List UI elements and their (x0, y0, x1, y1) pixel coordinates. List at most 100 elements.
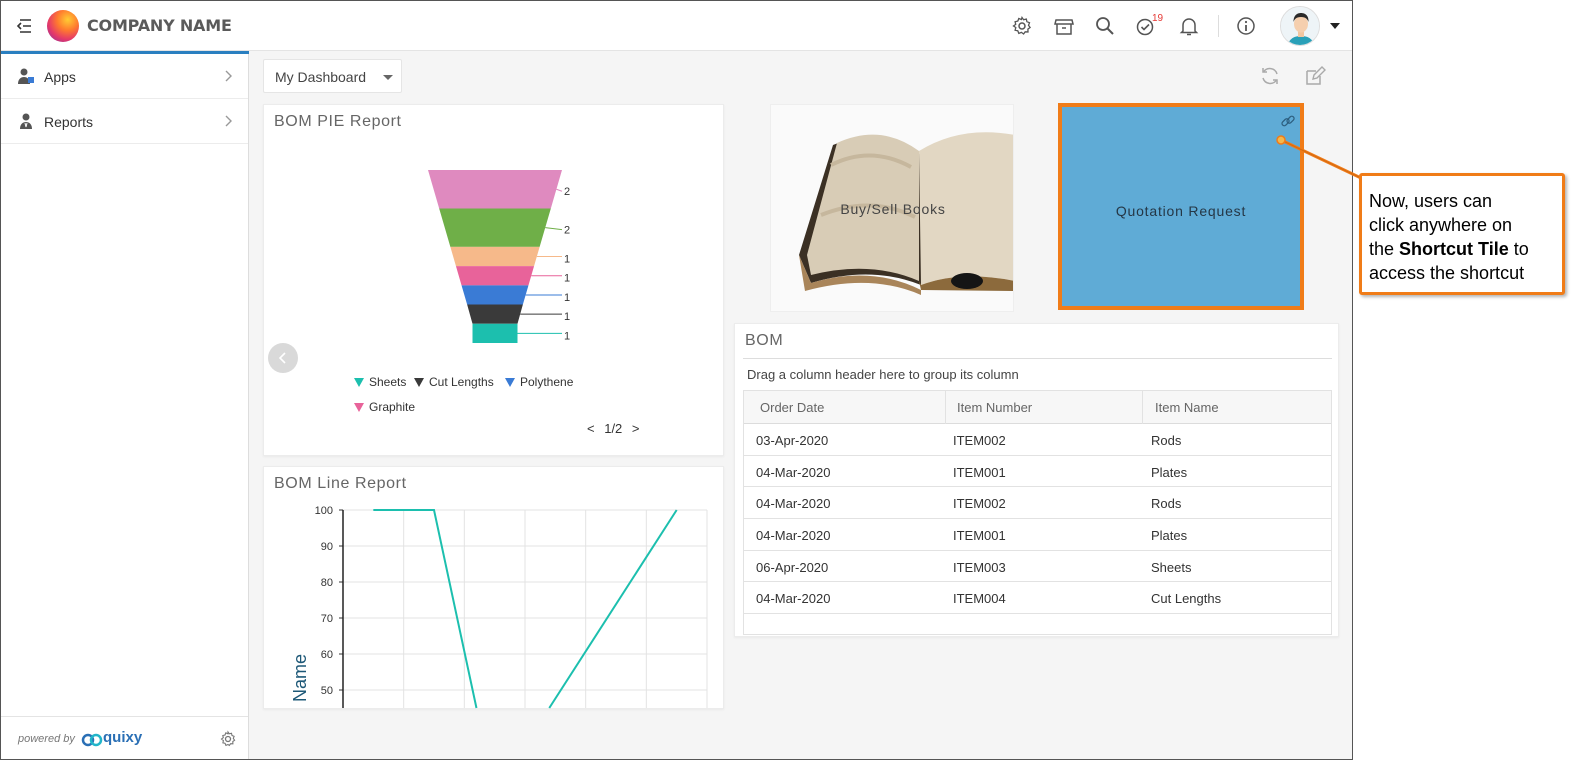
top-header: COMPANY NAME 19 (1, 1, 1352, 51)
sidebar-item-apps[interactable]: Apps (1, 54, 248, 99)
legend-item-graphite[interactable]: Graphite (354, 400, 415, 414)
table-cell: 06-Apr-2020 (756, 559, 829, 575)
funnel-data-label: 1 (564, 311, 570, 323)
reports-user-icon (17, 112, 35, 130)
card-title: BOM (745, 332, 784, 349)
y-tick-label: 100 (315, 505, 333, 517)
funnel-data-label: 1 (564, 273, 570, 285)
table-cell: Rods (1151, 433, 1182, 448)
legend-marker (505, 378, 515, 387)
legend-label: Sheets (369, 375, 407, 389)
edit-icon[interactable] (1304, 65, 1326, 87)
powered-by-text: powered by (18, 733, 75, 745)
refresh-icon[interactable] (1259, 65, 1281, 87)
y-tick-label: 60 (321, 649, 333, 661)
group-by-drop-zone[interactable]: Drag a column header here to group its c… (743, 358, 1332, 390)
search-icon[interactable] (1094, 15, 1116, 37)
funnel-segment (455, 266, 535, 286)
annotation-callout: Now, users can click anywhere on the Sho… (1359, 173, 1565, 295)
table-row[interactable]: 06-Apr-2020 ITEM003 Sheets (744, 551, 1331, 583)
funnel-segment (450, 246, 540, 267)
tile-label: Buy/Sell Books (840, 201, 946, 217)
y-axis-label: Name (290, 654, 310, 702)
chevron-right-icon (223, 69, 233, 83)
grid-body: 03-Apr-2020 ITEM002 Rods 04-Mar-2020 ITEM001… (744, 424, 1331, 615)
table-cell: Plates (1151, 464, 1188, 480)
table-cell: ITEM004 (953, 591, 1006, 607)
legend-label: Polythene (520, 375, 574, 389)
caret-down-icon (383, 75, 393, 80)
table-row[interactable]: 04-Mar-2020 ITEM002 Rods (744, 487, 1331, 520)
apps-user-icon (17, 67, 35, 85)
carousel-prev-button[interactable] (268, 343, 298, 373)
header-divider (1218, 15, 1219, 37)
table-cell: 04-Mar-2020 (756, 464, 831, 480)
series-line (548, 509, 678, 709)
tile-label: Quotation Request (1115, 203, 1247, 219)
column-header-order-date[interactable]: Order Date (760, 400, 824, 415)
funnel-label-leader (556, 188, 563, 192)
column-divider[interactable] (1142, 391, 1143, 424)
column-header-item-name[interactable]: Item Name (1155, 400, 1219, 415)
user-avatar[interactable] (1280, 6, 1320, 46)
chevron-down-icon[interactable] (1330, 23, 1340, 29)
shortcut-tile-quotation-request[interactable]: Quotation Request (1058, 103, 1304, 310)
gear-icon[interactable] (1011, 15, 1033, 37)
pager-prev-button[interactable]: < (587, 421, 595, 436)
funnel-data-label: 2 (564, 186, 570, 198)
menu-collapse-icon[interactable] (15, 17, 35, 35)
table-cell: 04-Mar-2020 (756, 528, 831, 544)
table-cell: ITEM001 (953, 464, 1006, 480)
table-row[interactable]: 03-Apr-2020 ITEM002 Rods (744, 424, 1331, 456)
info-icon[interactable] (1235, 15, 1257, 37)
app-window: COMPANY NAME 19 Apps Reports powered by … (0, 0, 1353, 760)
table-cell: ITEM002 (953, 433, 1006, 448)
legend-label: Graphite (369, 400, 416, 414)
table-cell: 04-Mar-2020 (756, 591, 831, 607)
table-cell: Rods (1151, 496, 1182, 512)
bom-line-report-card: BOM Line Report 100 90 80 70 60 50 Name (263, 466, 724, 709)
table-cell: Sheets (1151, 559, 1192, 575)
settings-gear-icon[interactable] (219, 730, 237, 748)
funnel-chart: 2 2 1 1 1 1 1 (428, 170, 570, 343)
dashboard-select-value: My Dashboard (275, 69, 367, 85)
quixy-brand: quixy (103, 729, 143, 746)
company-name: COMPANY NAME (87, 16, 232, 35)
shortcut-tile-buy-sell-books[interactable]: Buy/Sell Books (770, 104, 1014, 312)
legend-marker (414, 378, 424, 387)
bom-data-grid: Order Date Item Number Item Name 03-Apr-… (743, 390, 1332, 636)
column-divider[interactable] (945, 391, 946, 424)
legend-item-cut-lengths[interactable]: Cut Lengths (414, 375, 494, 389)
link-icon[interactable] (1280, 113, 1296, 129)
callout-line: Now, users can (1369, 191, 1493, 211)
funnel-segment (461, 285, 529, 305)
pager-page-indicator: 1/2 (604, 421, 623, 436)
funnel-data-label: 1 (564, 292, 570, 304)
line-chart: 100 90 80 70 60 50 Name (290, 505, 708, 709)
grid-header-row: Order Date Item Number Item Name (744, 391, 1331, 424)
legend-item-sheets[interactable]: Sheets (354, 375, 406, 389)
funnel-segment (467, 304, 523, 324)
notification-count-badge: 19 (1152, 13, 1164, 24)
sidebar-item-reports[interactable]: Reports (1, 99, 248, 144)
pager-next-button[interactable]: > (632, 421, 640, 436)
chevron-right-icon (223, 114, 233, 128)
grid-empty-space (744, 614, 1331, 634)
dashboard-select[interactable]: My Dashboard (263, 59, 402, 93)
legend-marker (354, 403, 364, 412)
table-row[interactable]: 04-Mar-2020 ITEM004 Cut Lengths (744, 582, 1331, 615)
table-row[interactable]: 04-Mar-2020 ITEM001 Plates (744, 456, 1331, 488)
funnel-data-label: 1 (564, 254, 570, 266)
bell-icon[interactable] (1178, 15, 1200, 37)
legend-item-polythene[interactable]: Polythene (505, 375, 573, 389)
table-cell: 03-Apr-2020 (756, 433, 829, 448)
funnel-segment (439, 208, 551, 247)
funnel-segment (472, 323, 518, 343)
callout-text: Now, users can click anywhere on the Sho… (1369, 189, 1529, 285)
store-icon[interactable] (1053, 15, 1075, 37)
chevron-left-icon (278, 352, 286, 364)
table-row[interactable]: 04-Mar-2020 ITEM001 Plates (744, 519, 1331, 551)
table-cell: ITEM001 (953, 528, 1006, 544)
y-tick-label: 50 (321, 685, 333, 697)
column-header-item-number[interactable]: Item Number (957, 400, 1032, 415)
